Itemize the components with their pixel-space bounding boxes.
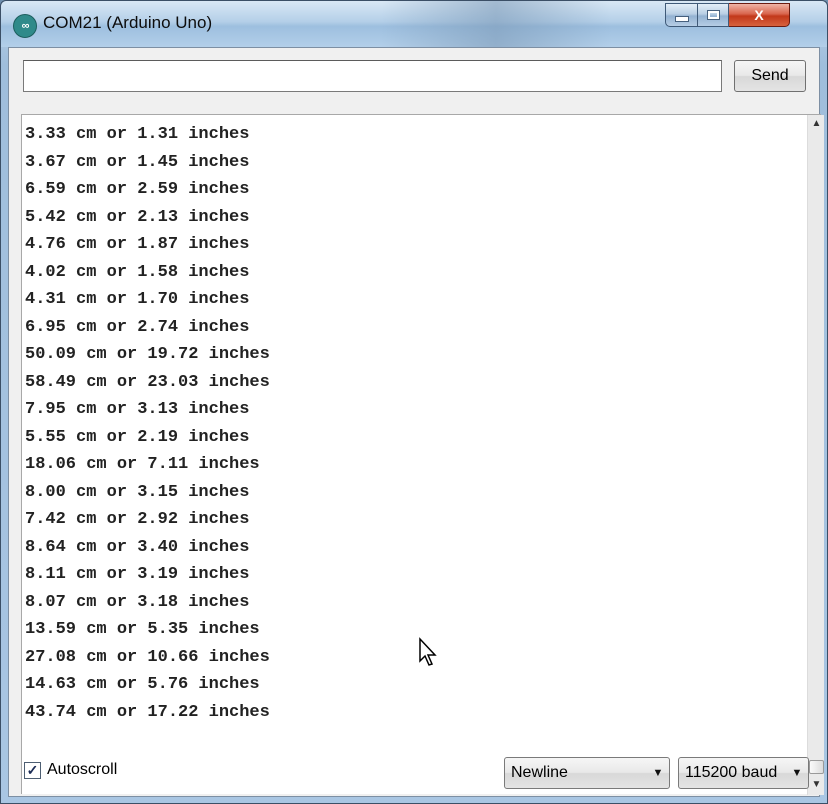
serial-output-line: 18.06 cm or 7.11 inches: [25, 455, 260, 474]
serial-output-line: 8.11 cm or 3.19 inches: [25, 565, 250, 584]
serial-output-area[interactable]: 3.33 cm or 1.31 inches 3.67 cm or 1.45 in…: [21, 114, 824, 795]
window-controls: X: [665, 3, 790, 27]
autoscroll-label: Autoscroll: [47, 761, 118, 778]
serial-output-line: 3.33 cm or 1.31 inches: [25, 125, 250, 144]
serial-output-line: 27.08 cm or 10.66 inches: [25, 647, 270, 667]
serial-monitor-window: ∞ COM21 (Arduino Uno) X Send 3.33 cm or …: [0, 0, 828, 804]
baud-rate-value: 115200 baud: [685, 764, 778, 781]
autoscroll-checkbox[interactable]: ✓: [24, 761, 41, 779]
vertical-scrollbar[interactable]: ▲ ▼: [807, 115, 824, 795]
footer-bar: ✓ Autoscroll Newline ▼ 115200 baud ▼: [9, 748, 821, 796]
serial-output-line: 5.55 cm or 2.19 inches: [25, 427, 250, 447]
send-input[interactable]: [23, 60, 722, 92]
serial-output-line: 8.64 cm or 3.40 inches: [25, 537, 250, 557]
checkmark-icon: ✓: [26, 761, 39, 778]
serial-output-line: 58.49 cm or 23.03 inches: [25, 372, 270, 392]
serial-output-line: 7.95 cm or 3.13 inches: [25, 400, 250, 419]
chevron-down-icon: ▼: [652, 767, 664, 779]
close-button[interactable]: X: [729, 3, 790, 27]
autoscroll-toggle[interactable]: ✓ Autoscroll: [24, 761, 117, 779]
serial-output-line: 6.95 cm or 2.74 inches: [25, 317, 250, 337]
title-bar[interactable]: ∞ COM21 (Arduino Uno) X: [1, 1, 827, 47]
serial-output-line: 14.63 cm or 5.76 inches: [25, 675, 260, 694]
serial-output-line: 8.00 cm or 3.15 inches: [25, 482, 250, 502]
serial-output-line: 4.02 cm or 1.58 inches: [25, 262, 250, 282]
mouse-pointer-icon: [419, 637, 437, 666]
line-ending-select[interactable]: Newline ▼: [504, 757, 670, 789]
scroll-up-icon[interactable]: ▲: [808, 115, 825, 132]
baud-rate-select[interactable]: 115200 baud ▼: [678, 757, 809, 789]
maximize-icon: [706, 10, 720, 20]
chevron-down-icon: ▼: [791, 767, 803, 779]
serial-output-line: 8.07 cm or 3.18 inches: [25, 592, 250, 612]
minimize-button[interactable]: [665, 3, 698, 27]
arduino-infinity-icon: ∞: [13, 14, 37, 38]
window-title: COM21 (Arduino Uno): [43, 13, 213, 32]
maximize-button[interactable]: [698, 3, 729, 27]
serial-output-line: 5.42 cm or 2.13 inches: [25, 207, 250, 227]
monitor-client-area: Send 3.33 cm or 1.31 inches 3.67 cm or 1.…: [8, 47, 824, 797]
serial-output-line: 4.31 cm or 1.70 inches: [25, 290, 250, 309]
minimize-icon: [674, 16, 689, 22]
send-button[interactable]: Send: [734, 60, 806, 92]
serial-output-line: 3.67 cm or 1.45 inches: [25, 152, 250, 172]
line-ending-value: Newline: [511, 764, 568, 781]
title-bar-glow: [381, 1, 611, 47]
serial-output-lines: 3.33 cm or 1.31 inches 3.67 cm or 1.45 in…: [25, 121, 795, 726]
serial-output-line: 43.74 cm or 17.22 inches: [25, 702, 270, 722]
serial-output-line: 50.09 cm or 19.72 inches: [25, 345, 270, 364]
close-icon: X: [754, 7, 764, 23]
serial-output-line: 13.59 cm or 5.35 inches: [25, 620, 260, 639]
serial-output-line: 6.59 cm or 2.59 inches: [25, 180, 250, 199]
serial-output-line: 4.76 cm or 1.87 inches: [25, 235, 250, 254]
serial-output-line: 7.42 cm or 2.92 inches: [25, 510, 250, 529]
